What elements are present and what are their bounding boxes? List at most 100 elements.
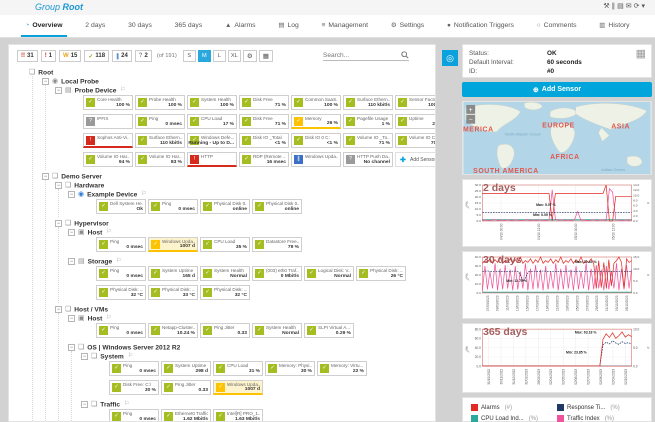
sensor-box[interactable]: ✓Volume IO C:70 % [395, 133, 436, 148]
sensor-box[interactable]: ✓Windows Defe...Running - Up to D... [187, 133, 237, 148]
add-sensor-tile[interactable]: ✚Add Sensor [395, 152, 436, 167]
view-settings-button[interactable]: ⚙ [243, 50, 257, 62]
priority-flag-icon[interactable]: ⚐ [128, 353, 133, 359]
sensor-box[interactable]: ✓Disk Free71 % [239, 114, 289, 129]
tree-node[interactable]: −◉Local Probe [42, 76, 435, 85]
sensor-box[interactable]: ✓Physical Disk 0...online [200, 199, 250, 214]
geo-map-card[interactable]: + − AMERICA EUROPE ASIA AFRICA SOUTH AME… [462, 101, 652, 175]
sensor-box[interactable]: ✓Windows Upda...1007 d [213, 380, 263, 395]
sensor-box[interactable]: ✓CPU Load35 % [200, 237, 250, 252]
sensor-box[interactable]: ✓Disk IO 0 C:<1 % [291, 133, 341, 148]
sensor-box[interactable]: ✓Ping0 msec [96, 266, 146, 281]
chevron-down-icon[interactable]: ▾ [641, 3, 647, 10]
sensor-box[interactable]: ✓System Uptime165 d [148, 266, 198, 281]
sensor-box[interactable]: ?IPFIX [83, 114, 133, 129]
world-map[interactable]: + − AMERICA EUROPE ASIA AFRICA SOUTH AME… [463, 102, 651, 174]
search-input[interactable] [323, 52, 401, 59]
tab-comments[interactable]: ○Comments [533, 15, 581, 37]
qr-code-icon[interactable]: ▦ [636, 49, 646, 60]
legend-item-cpu-load[interactable]: CPU Load Ind...(%) [471, 415, 557, 422]
tree-node[interactable]: −▤Probe Device⚐ [55, 85, 435, 94]
tree-node[interactable]: −▤Storage⚐ [68, 256, 435, 265]
sensor-box[interactable]: ✓Netapp-Cluster...10.24 % [148, 323, 198, 338]
collapse-toggle[interactable]: − [42, 78, 49, 85]
sensor-box[interactable]: ✓Ethernet0 Traffic1.62 Mbit/s [161, 409, 211, 422]
sensor-box[interactable]: ✓Physical Disk: ...32 °C [96, 285, 146, 300]
sensor-box[interactable]: ✓Ping0 msec [148, 199, 198, 214]
tab-log[interactable]: ▤Log [274, 15, 303, 37]
sensor-box[interactable]: ✓Surface Ethern...110 kbit/s [343, 95, 393, 110]
priority-flag-icon[interactable]: ⚐ [141, 191, 146, 197]
sensor-box[interactable]: ?HTTP Push Da...No channel [343, 152, 393, 167]
collapse-toggle[interactable]: − [68, 191, 75, 198]
sensor-box[interactable]: ✓Probe Health100 % [135, 95, 185, 110]
tree-node[interactable]: −❏Traffic⚐ [81, 399, 435, 408]
tree-node[interactable]: −❏Host / VMs [55, 304, 435, 313]
sensor-box[interactable]: !HTTP [187, 152, 237, 167]
search-icon[interactable] [401, 51, 409, 59]
sensor-box[interactable]: ✓Volume IO Har...94 % [83, 152, 133, 167]
sensor-box[interactable]: ✓Ping0 msec [135, 114, 185, 129]
tab-overview[interactable]: ◔Overview [21, 15, 66, 37]
sensor-box[interactable]: ∥Windows Upda... [291, 152, 341, 167]
sensor-box[interactable]: ✓Memory26 % [291, 114, 341, 129]
tab-365-days[interactable]: 365 days [171, 15, 207, 37]
sensor-box[interactable]: ✓Ping0 msec [109, 361, 159, 376]
sensor-box[interactable]: ✓Pagefile Usage1 % [343, 114, 393, 129]
header-action-icons[interactable]: ⚒∥▤✉⟳▾ [603, 2, 647, 10]
sensor-box[interactable]: ✓Intel[R] PRO_1...1.63 Mbit/s [213, 409, 263, 422]
sensor-box[interactable]: ✓CPU Load31 % [213, 361, 263, 376]
tab-notification-triggers[interactable]: ●Notification Triggers [443, 15, 518, 37]
priority-flag-icon[interactable]: ⚐ [106, 315, 111, 321]
priority-flag-icon[interactable]: ⚐ [120, 87, 125, 93]
sensor-box[interactable]: ✓Volume IO Har...83 % [135, 152, 185, 167]
sensor-box[interactable]: ✓System HealthNormal [252, 323, 302, 338]
sensor-box[interactable]: ✓Datastore Free...79 % [252, 237, 302, 252]
sensor-box[interactable]: ✓Uptime26 d [395, 114, 436, 129]
tab-settings[interactable]: ⚙Settings [387, 15, 428, 37]
tree-node[interactable]: −❏OS | Windows Server 2012 R2 [68, 342, 435, 351]
sensor-box[interactable]: ✓Core Health100 % [83, 95, 133, 110]
collapse-toggle[interactable]: − [68, 258, 75, 265]
sensor-box[interactable]: ✓Windows Upda...1007 d [148, 237, 198, 252]
graph-card-365-days[interactable]: 365 days ✎ 31/10/202230/11/202231/12/202… [462, 323, 652, 393]
status-chip-down[interactable]: !!31 [17, 50, 38, 62]
graph-card-2-days[interactable]: 2 days ✎ 04/10 00:0004/10 12:0005/10 00:… [462, 179, 652, 247]
sensor-box[interactable]: ✓Disk IO _Total<1 % [239, 133, 289, 148]
size-button-s[interactable]: S [183, 50, 196, 62]
sensor-box[interactable]: ✓Logical Disk: V...Normal [304, 266, 354, 281]
sensor-box[interactable]: ✓System HealthNormal [200, 266, 250, 281]
priority-flag-icon[interactable]: ⚐ [124, 401, 129, 407]
sensor-box[interactable]: ✓Ping0 msec [96, 237, 146, 252]
tree-node[interactable]: −▣Host⚐ [68, 227, 435, 236]
tree-node[interactable]: −◉Example Device⚐ [68, 189, 435, 198]
sensor-box[interactable]: ✓Physical Disk 0...online [252, 199, 302, 214]
collapse-toggle[interactable]: − [68, 344, 75, 351]
collapse-toggle[interactable]: − [42, 173, 49, 180]
sensor-box[interactable]: ✓Physical Disk: ...26 °C [356, 266, 406, 281]
sensor-box[interactable]: ✓(003) eth0 Traf...0 Mbit/s [252, 266, 302, 281]
collapse-toggle[interactable]: − [68, 315, 75, 322]
tree-node[interactable]: −❏Demo Server [42, 171, 435, 180]
sensor-box[interactable]: ✓Physical Disk: ...32 °C [200, 285, 250, 300]
legend-item-response-time[interactable]: Response Ti...(%) [557, 404, 643, 411]
tab-2-days[interactable]: 2 days [81, 15, 109, 37]
graph-card-30-days[interactable]: 30 days ✎ 07/09/202309/09/202311/09/2023… [462, 251, 652, 319]
sensor-box[interactable]: ✓CPU Load17 % [187, 114, 237, 129]
add-sensor-button[interactable]: ⊕Add Sensor [462, 82, 652, 97]
tab-30-days[interactable]: 30 days [124, 15, 156, 37]
report-icon[interactable]: ▤ [617, 3, 626, 10]
sensor-box[interactable]: ✓Physical Disk: ...33 °C [148, 285, 198, 300]
edit-icon[interactable]: ✎ [465, 276, 470, 283]
tree-node[interactable]: −❏System⚐ [81, 351, 435, 360]
edit-icon[interactable]: ✎ [465, 348, 470, 355]
sensor-box[interactable]: ✓Surface Ethern...110 kbit/s [135, 133, 185, 148]
panel-toggle-button[interactable]: ◎ [442, 50, 458, 66]
status-chip-warning[interactable]: W15 [59, 50, 81, 62]
size-button-m[interactable]: M [198, 50, 211, 62]
tree-node[interactable]: −❏Hypervisor [55, 218, 435, 227]
priority-flag-icon[interactable]: ⚐ [116, 258, 121, 264]
sensor-box[interactable]: ✓Ping0 msec [96, 323, 146, 338]
sensor-box[interactable]: ✓Dell System He...Ok [96, 199, 146, 214]
priority-flag-icon[interactable]: ⚐ [106, 229, 111, 235]
